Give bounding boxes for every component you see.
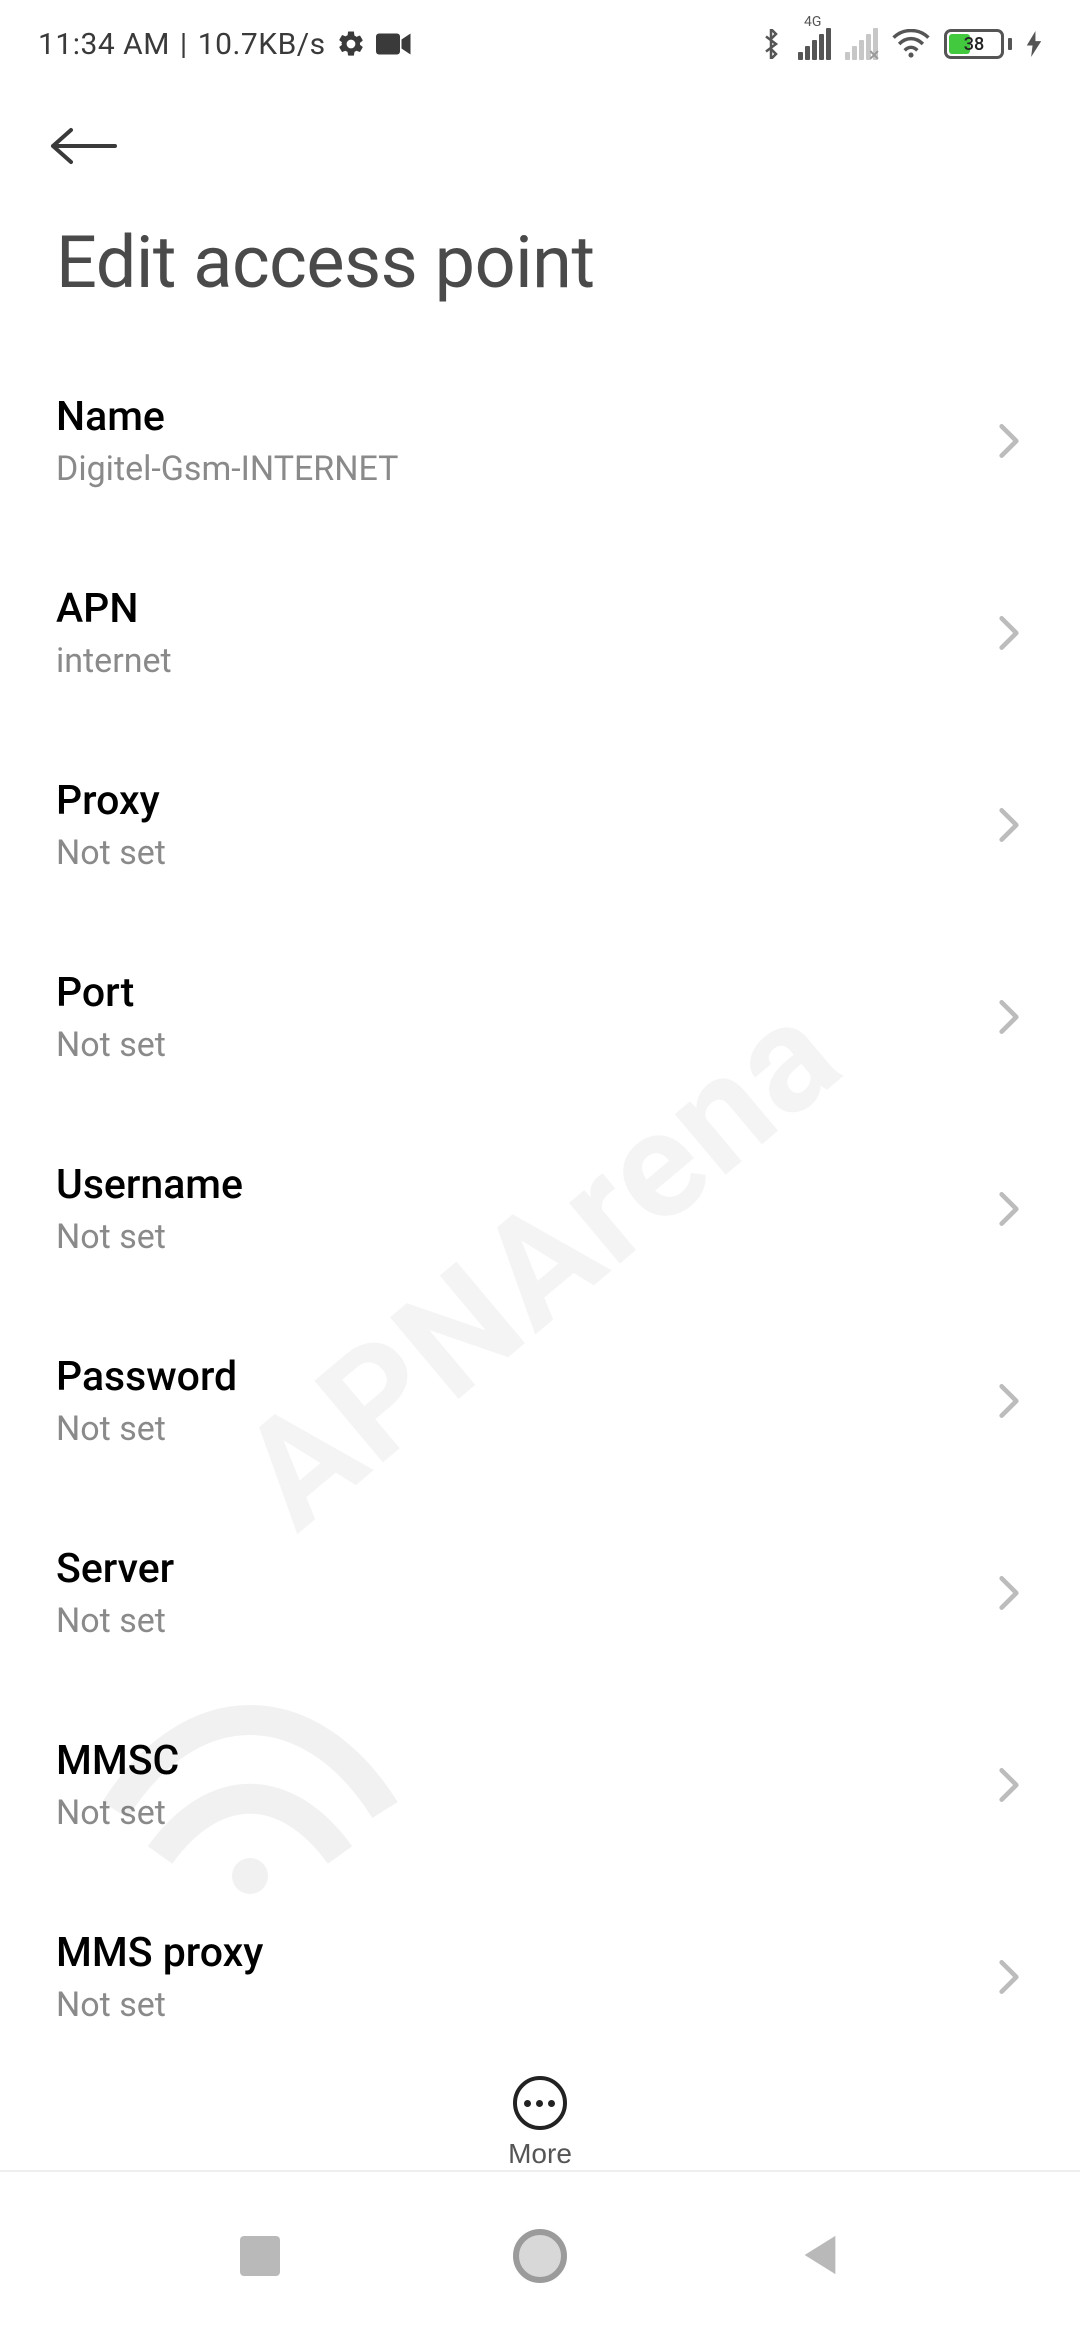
chevron-right-icon [994,1377,1024,1425]
row-mms-proxy[interactable]: MMS proxy Not set [56,1881,1024,2073]
more-button[interactable]: More [508,2076,572,2170]
status-time: 11:34 AM [38,27,170,62]
row-password[interactable]: Password Not set [56,1305,1024,1497]
row-value: Not set [56,1601,974,1641]
status-left: 11:34 AM | 10.7KB/s [38,27,412,62]
nav-recents-button[interactable] [220,2216,300,2296]
bluetooth-icon [758,29,784,59]
row-label: Port [56,969,974,1017]
row-label: Proxy [56,777,974,825]
row-label: Name [56,393,974,441]
more-icon [513,2076,567,2130]
chevron-right-icon [994,1569,1024,1617]
wifi-icon [892,29,930,59]
camera-icon [376,31,412,57]
row-value: Not set [56,1025,974,1065]
status-net-speed: 10.7KB/s [198,27,326,62]
row-value: Not set [56,833,974,873]
signal-sim1-icon: 4G [798,28,831,60]
chevron-right-icon [994,993,1024,1041]
chevron-right-icon [994,1953,1024,2001]
row-value: Not set [56,1985,974,2025]
status-separator: | [180,27,188,62]
row-mmsc[interactable]: MMSC Not set [56,1689,1024,1881]
battery-percent: 38 [947,34,1001,55]
network-type-label: 4G [804,14,821,30]
chevron-right-icon [994,801,1024,849]
row-value: internet [56,641,974,681]
signal-sim2-icon: ✕ [845,28,878,60]
row-label: APN [56,585,974,633]
gear-icon [336,29,366,59]
battery-icon: 38 [944,29,1012,59]
system-nav-bar [0,2170,1080,2340]
status-bar: 11:34 AM | 10.7KB/s 4G ✕ 38 [0,0,1080,70]
chevron-right-icon [994,609,1024,657]
settings-list: Name Digitel-Gsm-INTERNET APN internet P… [0,345,1080,2073]
row-value: Not set [56,1409,974,1449]
row-value: Digitel-Gsm-INTERNET [56,449,974,489]
circle-icon [513,2229,567,2283]
row-server[interactable]: Server Not set [56,1497,1024,1689]
square-icon [240,2236,280,2276]
charging-bolt-icon [1026,31,1042,57]
chevron-right-icon [994,1185,1024,1233]
back-button[interactable] [44,106,124,186]
triangle-back-icon [800,2232,840,2281]
page-title: Edit access point [0,186,1080,345]
row-name[interactable]: Name Digitel-Gsm-INTERNET [56,345,1024,537]
row-label: MMS proxy [56,1929,974,1977]
bottom-action-bar: More [0,2046,1080,2170]
chevron-right-icon [994,1761,1024,1809]
row-label: Server [56,1545,974,1593]
status-right: 4G ✕ 38 [758,28,1042,60]
row-proxy[interactable]: Proxy Not set [56,729,1024,921]
more-label: More [508,2138,572,2170]
row-label: Password [56,1353,974,1401]
row-username[interactable]: Username Not set [56,1113,1024,1305]
row-port[interactable]: Port Not set [56,921,1024,1113]
row-label: Username [56,1161,974,1209]
nav-back-button[interactable] [780,2216,860,2296]
chevron-right-icon [994,417,1024,465]
row-value: Not set [56,1793,974,1833]
back-arrow-icon [49,123,119,169]
row-value: Not set [56,1217,974,1257]
row-apn[interactable]: APN internet [56,537,1024,729]
nav-home-button[interactable] [500,2216,580,2296]
row-label: MMSC [56,1737,974,1785]
